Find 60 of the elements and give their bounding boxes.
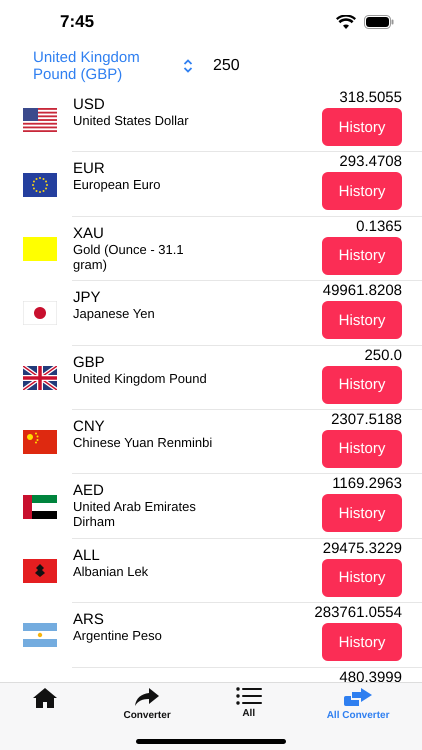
converted-value: 49961.8208 — [322, 282, 402, 300]
converted-value: 2307.5188 — [331, 410, 402, 428]
flag-icon — [23, 366, 57, 390]
home-icon — [32, 687, 58, 709]
currency-code: EUR — [73, 160, 106, 178]
tab[interactable]: All Converter — [326, 687, 390, 721]
currency-name: United Arab Emirates Dirham — [73, 499, 197, 530]
currency-name: Argentine Peso — [73, 628, 163, 644]
converted-value: 250.0 — [364, 346, 402, 364]
flag-icon — [23, 558, 57, 583]
flag-icon — [23, 430, 57, 454]
converted-value: 318.5055 — [339, 89, 402, 106]
currency-name: Gold (Ounce - 31.1 gram) — [73, 242, 185, 272]
curved-arrow-icon — [134, 687, 160, 707]
currency-code: XAU — [73, 224, 105, 242]
currency-name: Japanese Yen — [73, 306, 156, 322]
history-button[interactable]: History — [322, 236, 402, 275]
history-button[interactable]: History — [322, 108, 402, 146]
currency-name: United States Dollar — [73, 113, 190, 128]
converted-value: 1169.2963 — [332, 475, 402, 492]
converted-value: 29475.3229 — [322, 540, 402, 557]
converted-value: 293.4708 — [339, 153, 402, 170]
currency-code: ALL — [73, 546, 101, 564]
currency-code: CNY — [73, 418, 106, 435]
wifi-icon — [336, 14, 356, 30]
home-tab[interactable] — [32, 687, 58, 709]
currency-code: JPY — [73, 289, 102, 306]
converted-value: 283761.0554 — [314, 604, 402, 622]
flag-icon — [23, 623, 57, 648]
currency-name: Chinese Yuan Renminbi — [73, 434, 214, 450]
currency-name: Albanian Lek — [73, 564, 150, 579]
flag-icon — [23, 494, 57, 519]
up-down-chevron-icon — [183, 58, 193, 74]
history-button[interactable]: History — [322, 366, 402, 404]
currency-picker[interactable]: United Kingdom Pound (GBP) — [33, 49, 193, 83]
flag-icon — [23, 301, 57, 326]
converted-value: 0.1365 — [356, 218, 402, 235]
currency-code: ARS — [73, 611, 105, 628]
flag-icon — [23, 108, 57, 132]
converted-value: 480.3999 — [339, 668, 402, 686]
currency-code: GBP — [73, 354, 106, 371]
list-icon — [236, 687, 262, 705]
amount-field[interactable]: 250 — [213, 57, 240, 75]
currency-code: AED — [73, 482, 105, 500]
currency-name: United Kingdom Pound — [73, 370, 208, 386]
history-button[interactable]: History — [322, 301, 402, 340]
tab[interactable]: Converter — [123, 687, 171, 721]
currency-name: European Euro — [73, 177, 162, 192]
status-time: 7:45 — [60, 12, 94, 32]
history-button[interactable]: History — [322, 623, 402, 662]
history-button[interactable]: History — [322, 494, 402, 532]
double-arrow-icon — [343, 687, 374, 707]
currency-code: USD — [73, 96, 106, 113]
square-icon — [23, 236, 57, 261]
history-button[interactable]: History — [322, 558, 402, 597]
flag-icon — [23, 172, 57, 197]
battery-icon — [364, 15, 394, 29]
tab[interactable]: All — [236, 687, 262, 719]
history-button[interactable]: History — [322, 430, 402, 468]
history-button[interactable]: History — [322, 172, 402, 210]
